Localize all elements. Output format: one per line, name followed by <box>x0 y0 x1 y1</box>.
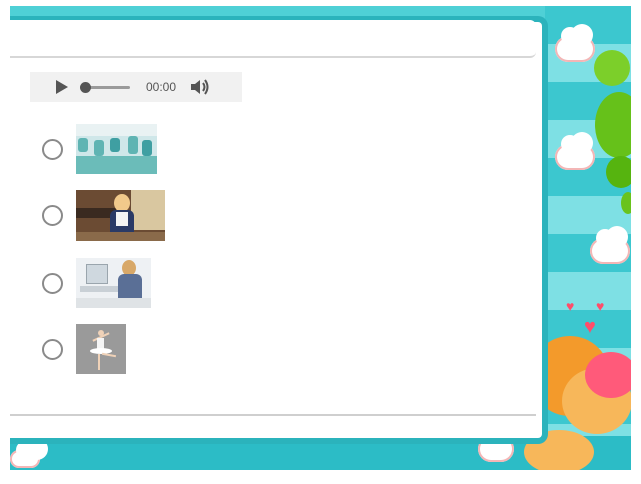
option-c[interactable] <box>42 258 151 308</box>
cloud-decoration <box>590 226 630 264</box>
office-worker-photo <box>76 258 151 308</box>
option-d[interactable] <box>42 324 126 374</box>
radio-option-c[interactable] <box>42 272 63 294</box>
play-icon[interactable] <box>56 80 68 94</box>
bear-decoration <box>585 352 631 398</box>
option-a[interactable] <box>42 124 157 174</box>
factory-workers-photo <box>76 124 157 174</box>
question-title-bar <box>10 20 536 58</box>
ballet-dancer-photo <box>76 324 126 374</box>
green-ball-decoration <box>621 192 631 214</box>
heart-decoration: ♥ <box>566 298 575 314</box>
businesswoman-photo <box>76 190 165 241</box>
question-content: 00:00 <box>10 62 536 416</box>
option-b[interactable] <box>42 190 165 241</box>
radio-option-b[interactable] <box>42 205 63 226</box>
heart-decoration: ♥ <box>584 316 596 338</box>
volume-icon[interactable] <box>190 78 210 96</box>
cloud-decoration <box>555 24 595 62</box>
green-ball-decoration <box>594 50 630 86</box>
question-footer-bar <box>10 416 536 438</box>
green-ball-decoration <box>606 156 631 188</box>
cloud-decoration <box>555 132 595 170</box>
app-frame: ♥ ♥ ♥ 00:00 <box>10 6 631 470</box>
audio-time: 00:00 <box>146 80 177 94</box>
audio-player: 00:00 <box>30 72 242 102</box>
radio-option-d[interactable] <box>42 338 63 360</box>
audio-progress-knob[interactable] <box>80 81 91 93</box>
cloud-decoration <box>10 438 48 468</box>
radio-option-a[interactable] <box>42 138 63 160</box>
audio-progress-track[interactable] <box>80 81 130 93</box>
heart-decoration: ♥ <box>596 298 605 314</box>
